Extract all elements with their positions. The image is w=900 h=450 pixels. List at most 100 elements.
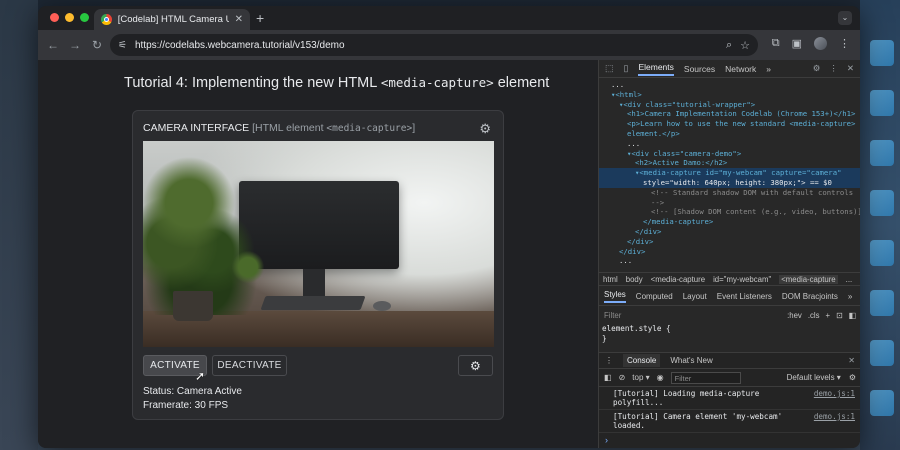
site-info-icon[interactable]: ⚟: [118, 40, 127, 51]
dom-tree-line[interactable]: <h1>Camera Implementation Codelab (Chrom…: [599, 109, 860, 119]
plant-pot: [173, 291, 213, 321]
menu-kebab-icon[interactable]: ⋮: [839, 37, 850, 50]
breadcrumb-item[interactable]: <media-capture: [651, 275, 705, 284]
breadcrumb-item[interactable]: id="my-webcam": [713, 275, 771, 284]
dom-tree-line[interactable]: ▾<div class="tutorial-wrapper">: [599, 100, 860, 110]
tab-layout[interactable]: Layout: [683, 292, 707, 301]
side-panel-icon[interactable]: ▣: [792, 37, 802, 50]
desktop-icon[interactable]: [870, 390, 894, 416]
console-sidebar-icon[interactable]: ◧: [604, 373, 612, 382]
dom-tree-line[interactable]: <h2>Active Damo:</h2>: [599, 158, 860, 168]
profile-avatar[interactable]: [814, 37, 827, 50]
forward-arrow-icon[interactable]: →: [64, 38, 86, 52]
devtools-menu-icon[interactable]: ⋮: [829, 63, 838, 74]
context-selector[interactable]: top ▾: [632, 373, 649, 382]
tab-network[interactable]: Network: [725, 64, 756, 74]
bookmark-star-icon[interactable]: ☆: [740, 39, 750, 52]
drawer-menu-icon[interactable]: ⋮: [605, 356, 613, 365]
console-settings-gear-icon[interactable]: ⚙: [849, 373, 856, 382]
breadcrumb-item[interactable]: ...: [846, 275, 853, 284]
desktop-icon[interactable]: [870, 190, 894, 216]
window-controls: [50, 13, 89, 22]
add-rule-icon[interactable]: +: [826, 311, 831, 320]
keyboard: [260, 296, 366, 310]
console-filter-input[interactable]: Filter: [670, 371, 741, 384]
dom-tree-line[interactable]: </div>: [599, 237, 860, 247]
clear-console-icon[interactable]: ⊘: [619, 373, 626, 382]
dom-tree-line[interactable]: </div>: [599, 227, 860, 237]
class-toggle[interactable]: .cls: [808, 311, 820, 320]
devtools-close-icon[interactable]: ✕: [847, 63, 854, 74]
dom-tree-line[interactable]: ...: [599, 256, 860, 266]
desktop-icon[interactable]: [870, 240, 894, 266]
tab-computed[interactable]: Computed: [636, 292, 673, 301]
tab-elements[interactable]: Elements: [638, 62, 674, 76]
dom-tree-line[interactable]: ▾<media-capture id="my-webcam" capture="…: [599, 168, 860, 178]
tab-event-listeners[interactable]: Event Listeners: [717, 292, 772, 301]
extensions-icon[interactable]: ⧉: [772, 37, 780, 50]
dom-tree-line[interactable]: ...: [599, 80, 860, 90]
toggle-element-state-icon[interactable]: ⊡: [836, 311, 843, 320]
desktop-icon[interactable]: [870, 290, 894, 316]
dom-tree-line[interactable]: style="width: 640px; height: 380px;"> ==…: [599, 177, 860, 188]
breadcrumb-item[interactable]: body: [626, 275, 643, 284]
hover-state-toggle[interactable]: :hev: [787, 311, 802, 320]
dom-tree-line[interactable]: <p>Learn how to use the new standard <me…: [599, 119, 860, 129]
dom-tree-line[interactable]: <!-- [Shadow DOM content (e.g., video, b…: [599, 207, 860, 217]
tab-dom-breakpoints[interactable]: DOM Bracjoints: [782, 292, 838, 301]
gear-icon[interactable]: ⚙: [479, 121, 491, 137]
tab-close-icon[interactable]: ✕: [235, 14, 243, 25]
log-source-link[interactable]: demo.js:1: [814, 389, 855, 407]
dom-tree-line[interactable]: ...: [599, 139, 860, 149]
close-drawer-icon[interactable]: ✕: [848, 356, 855, 365]
dom-tree: ... ▾<html> ▾<div class="tutorial-wrapper"…: [599, 80, 860, 272]
desktop-icon[interactable]: [870, 90, 894, 116]
dom-tree-line[interactable]: ▾<div class="camera-demo">: [599, 149, 860, 159]
more-subtabs-button[interactable]: »: [848, 292, 852, 301]
zoom-icon[interactable]: ⌕: [726, 39, 732, 52]
browser-tab[interactable]: [Codelab] HTML Camera UI Te ✕: [94, 9, 250, 30]
log-levels-dropdown[interactable]: Default levels ▾: [787, 373, 841, 382]
tab-console[interactable]: Console: [623, 354, 661, 367]
console-drawer: ⋮ Console What's New ✕ ◧ ⊘ top ▾ ◉ Filte…: [599, 352, 860, 448]
new-tab-button[interactable]: +: [256, 10, 264, 26]
dom-tree-line[interactable]: ▾<html>: [599, 90, 860, 100]
dom-tree-line[interactable]: </media-capture>: [599, 217, 860, 227]
breadcrumb-item[interactable]: html: [603, 275, 618, 284]
tab-search-button[interactable]: ⌄: [838, 11, 852, 25]
styles-filter-input[interactable]: Filter: [604, 311, 621, 320]
url-text[interactable]: https://codelabs.webcamera.tutorial/v153…: [135, 40, 718, 51]
dom-tree-line[interactable]: <!-- Standard shadow DOM with default co…: [599, 188, 860, 198]
dom-tree-line[interactable]: element.</p>: [599, 129, 860, 139]
address-bar[interactable]: ⚟ https://codelabs.webcamera.tutorial/v1…: [110, 34, 758, 56]
computed-sidebar-icon[interactable]: ◧: [849, 311, 856, 320]
devtools-tabs: ⬚ ▯ Elements Sources Network » ⚙ ⋮ ✕: [599, 60, 860, 78]
inspect-element-icon[interactable]: ⬚: [605, 63, 614, 74]
breadcrumb-item[interactable]: <media-capture: [779, 274, 838, 284]
deactivate-button[interactable]: DEACTIVATE: [212, 355, 287, 376]
tab-whats-new[interactable]: What's New: [670, 356, 712, 365]
dom-tree-line[interactable]: </div>: [599, 247, 860, 257]
log-source-link[interactable]: demo.js:1: [814, 412, 855, 430]
live-expression-eye-icon[interactable]: ◉: [657, 373, 664, 382]
more-tabs-button[interactable]: »: [766, 64, 771, 74]
dom-tree-line[interactable]: -->: [599, 198, 860, 208]
tab-styles[interactable]: Styles: [604, 290, 626, 303]
desktop-icon[interactable]: [870, 140, 894, 166]
framerate-text: Framerate: 30 FPS: [143, 400, 229, 411]
devtools-settings-gear-icon[interactable]: ⚙: [813, 63, 821, 74]
desktop-icon[interactable]: [870, 40, 894, 66]
console-prompt[interactable]: ›: [599, 433, 860, 447]
page-title: Tutorial 4: Implementing the new HTML <m…: [124, 75, 550, 91]
minimize-window-button[interactable]: [65, 13, 74, 22]
back-arrow-icon[interactable]: ←: [42, 38, 64, 52]
tab-strip: [Codelab] HTML Camera UI Te ✕ + ⌄: [38, 6, 860, 30]
element-style-rule[interactable]: element.style { }: [602, 324, 671, 344]
device-toolbar-icon[interactable]: ▯: [624, 63, 629, 74]
maximize-window-button[interactable]: [80, 13, 89, 22]
desktop-icon[interactable]: [870, 340, 894, 366]
close-window-button[interactable]: [50, 13, 59, 22]
camera-settings-button[interactable]: ⚙: [458, 355, 493, 376]
reload-icon[interactable]: ↻: [86, 38, 108, 52]
tab-sources[interactable]: Sources: [684, 64, 715, 74]
